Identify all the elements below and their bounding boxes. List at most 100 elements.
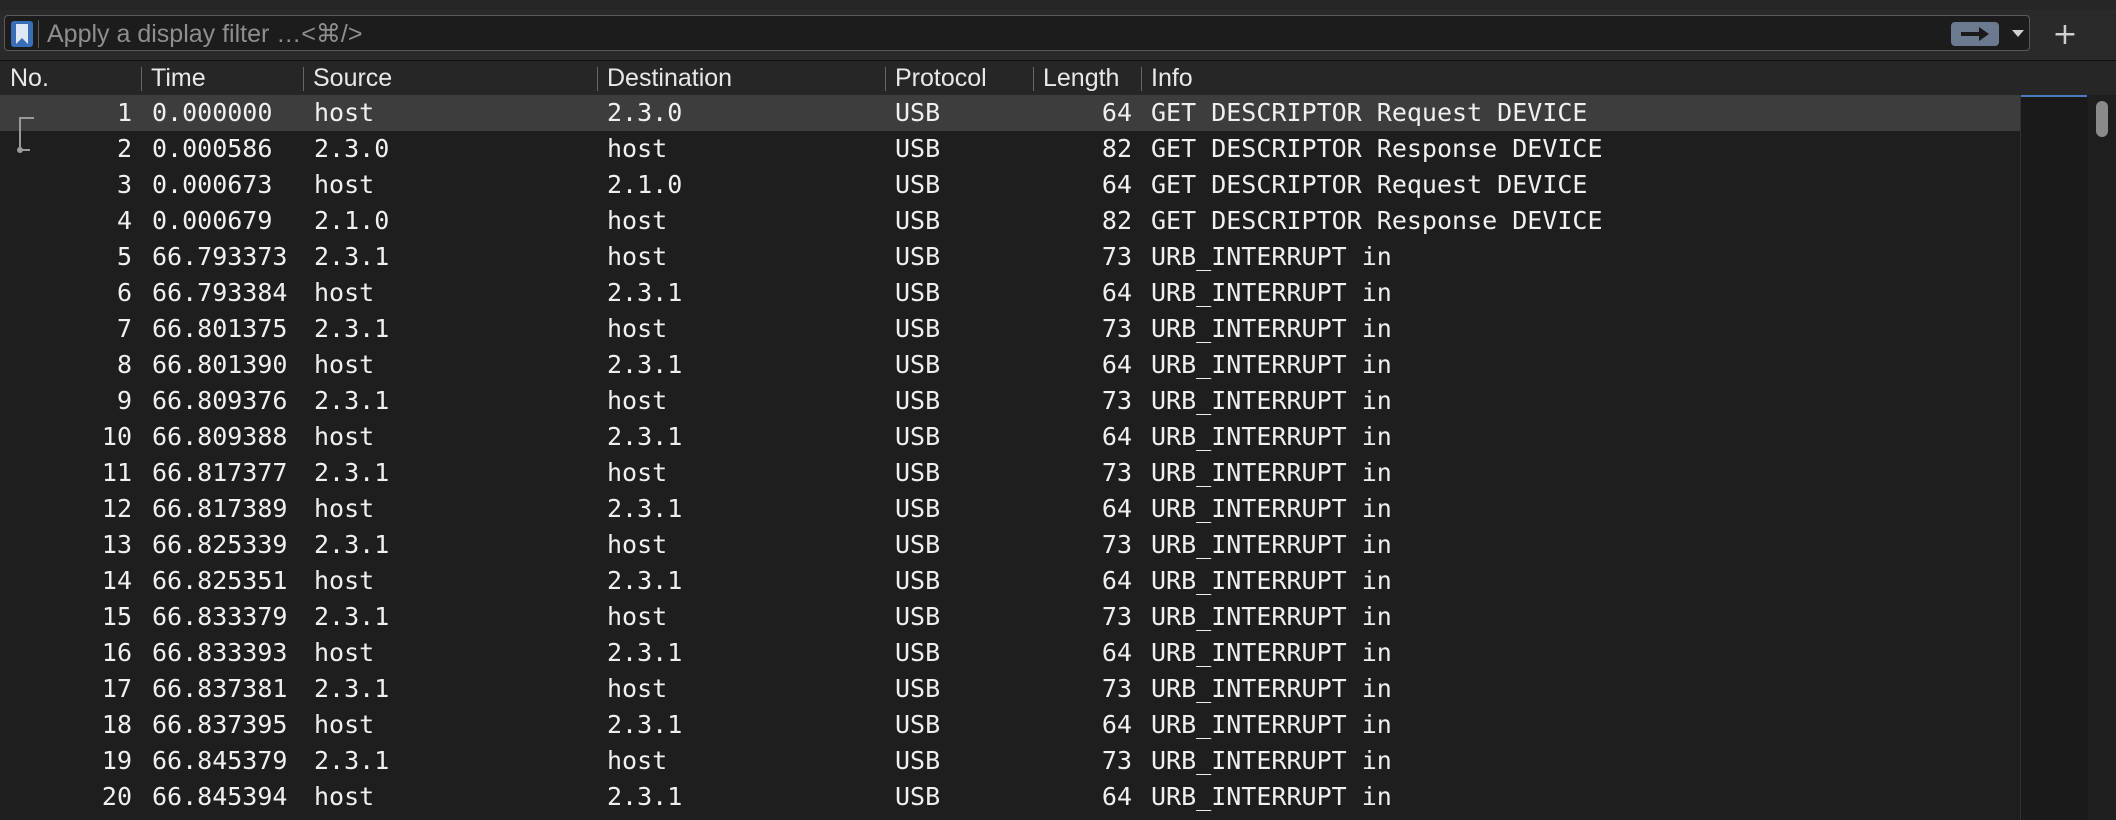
packet-row[interactable]: 2 0.000586 2.3.0 host USB 82 GET DESCRIPTOR Re… (0, 131, 2020, 167)
packet-destination-cell: host (607, 242, 668, 271)
packet-destination-cell: host (607, 746, 668, 775)
packet-row[interactable]: 20 66.845394 host 2.3.1 USB 64 URB_INTERRUPT i… (0, 779, 2020, 815)
packet-destination-cell: 2.1.0 (607, 170, 683, 199)
packet-protocol-cell: USB (895, 710, 941, 739)
related-packet-icon (17, 117, 34, 153)
packet-time-cell: 0.000679 (152, 206, 273, 235)
display-filter-input[interactable] (45, 18, 1949, 50)
packet-row[interactable]: 14 66.825351 host 2.3.1 USB 64 URB_INTERRUPT i… (0, 563, 2020, 599)
packet-source-cell: host (314, 638, 375, 667)
packet-destination-cell: host (607, 602, 668, 631)
packet-info-cell: URB_INTERRUPT in (1151, 782, 1392, 811)
packet-no-cell: 10 (101, 422, 132, 451)
packet-protocol-cell: USB (895, 422, 941, 451)
packet-protocol-cell: USB (895, 134, 941, 163)
packet-source-cell: host (314, 170, 375, 199)
bookmark-icon[interactable] (11, 21, 33, 47)
packet-protocol-cell: USB (895, 674, 941, 703)
add-filter-button[interactable]: + (2050, 20, 2080, 50)
packet-source-cell: 2.3.1 (314, 458, 390, 487)
packet-row[interactable]: 16 66.833393 host 2.3.1 USB 64 URB_INTERRUPT i… (0, 635, 2020, 671)
packet-info-cell: URB_INTERRUPT in (1151, 530, 1392, 559)
packet-row[interactable]: 11 66.817377 2.3.1 host USB 73 URB_INTERRUPT i… (0, 455, 2020, 491)
minimap-selection-marker (2021, 95, 2087, 101)
packet-info-cell: URB_INTERRUPT in (1151, 494, 1392, 523)
packet-row[interactable]: 6 66.793384 host 2.3.1 USB 64 URB_INTERRUPT in (0, 275, 2020, 311)
packet-no-cell: 13 (101, 530, 132, 559)
packet-row[interactable]: 19 66.845379 2.3.1 host USB 73 URB_INTERRUPT i… (0, 743, 2020, 779)
packet-no-cell: 16 (101, 638, 132, 667)
packet-length-cell: 64 (1101, 278, 1132, 307)
packet-row[interactable]: 13 66.825339 2.3.1 host USB 73 URB_INTERRUPT i… (0, 527, 2020, 563)
packet-no-cell: 18 (101, 710, 132, 739)
packet-row[interactable]: 8 66.801390 host 2.3.1 USB 64 URB_INTERRUPT in (0, 347, 2020, 383)
packet-source-cell: host (314, 710, 375, 739)
packet-source-cell: host (314, 566, 375, 595)
packet-protocol-cell: USB (895, 746, 941, 775)
packet-time-cell: 66.793373 (152, 242, 288, 271)
packet-info-cell: URB_INTERRUPT in (1151, 566, 1392, 595)
packet-source-cell: host (314, 98, 375, 127)
packet-row[interactable]: 4 0.000679 2.1.0 host USB 82 GET DESCRIPTOR Re… (0, 203, 2020, 239)
column-header-time[interactable]: Time (142, 61, 302, 95)
filter-divider (38, 20, 39, 48)
column-header-destination[interactable]: Destination (598, 61, 884, 95)
packet-row[interactable]: 15 66.833379 2.3.1 host USB 73 URB_INTERRUPT i… (0, 599, 2020, 635)
packet-row[interactable]: 3 0.000673 host 2.1.0 USB 64 GET DESCRIPTOR Re… (0, 167, 2020, 203)
packet-row[interactable]: 17 66.837381 2.3.1 host USB 73 URB_INTERRUPT i… (0, 671, 2020, 707)
packet-row[interactable]: 9 66.809376 2.3.1 host USB 73 URB_INTERRUPT in (0, 383, 2020, 419)
packet-row[interactable]: 5 66.793373 2.3.1 host USB 73 URB_INTERRUPT in (0, 239, 2020, 275)
display-filter-field[interactable] (4, 15, 2030, 51)
column-header-length[interactable]: Length (1034, 61, 1140, 95)
scrollbar-thumb[interactable] (2096, 101, 2108, 137)
packet-length-cell: 64 (1101, 422, 1132, 451)
column-header-info[interactable]: Info (1142, 61, 2020, 95)
packet-destination-cell: 2.3.1 (607, 782, 683, 811)
packet-row[interactable]: 12 66.817389 host 2.3.1 USB 64 URB_INTERRUPT i… (0, 491, 2020, 527)
packet-protocol-cell: USB (895, 314, 941, 343)
packet-no-cell: 6 (116, 278, 132, 307)
packet-info-cell: URB_INTERRUPT in (1151, 242, 1392, 271)
packet-no-cell: 5 (116, 242, 132, 271)
packet-row[interactable]: 1 0.000000 host 2.3.0 USB 64 GET DESCRIPTOR Re… (0, 95, 2020, 131)
packet-row[interactable]: 18 66.837395 host 2.3.1 USB 64 URB_INTERRUPT i… (0, 707, 2020, 743)
packet-time-cell: 66.825351 (152, 566, 288, 595)
packet-length-cell: 64 (1101, 98, 1132, 127)
packet-protocol-cell: USB (895, 242, 941, 271)
packet-time-cell: 66.817377 (152, 458, 288, 487)
packet-time-cell: 66.825339 (152, 530, 288, 559)
packet-info-cell: URB_INTERRUPT in (1151, 350, 1392, 379)
packet-source-cell: host (314, 422, 375, 451)
packet-row[interactable]: 7 66.801375 2.3.1 host USB 73 URB_INTERRUPT in (0, 311, 2020, 347)
apply-filter-button[interactable] (1951, 22, 1999, 46)
packet-time-cell: 66.809388 (152, 422, 288, 451)
packet-destination-cell: 2.3.1 (607, 350, 683, 379)
packet-length-cell: 64 (1101, 494, 1132, 523)
packet-destination-cell: host (607, 134, 668, 163)
packet-protocol-cell: USB (895, 170, 941, 199)
packet-row[interactable]: 10 66.809388 host 2.3.1 USB 64 URB_INTERRUPT i… (0, 419, 2020, 455)
packet-time-cell: 66.801390 (152, 350, 288, 379)
packet-protocol-cell: USB (895, 386, 941, 415)
column-header-no[interactable]: No. (0, 61, 140, 95)
intelligent-scrollbar-minimap[interactable] (2020, 95, 2089, 820)
vertical-scrollbar[interactable] (2088, 95, 2116, 820)
packet-list[interactable]: 1 0.000000 host 2.3.0 USB 64 GET DESCRIPTOR Re… (0, 95, 2020, 820)
packet-length-cell: 73 (1101, 674, 1132, 703)
packet-protocol-cell: USB (895, 458, 941, 487)
packet-info-cell: URB_INTERRUPT in (1151, 674, 1392, 703)
packet-destination-cell: host (607, 458, 668, 487)
packet-no-cell: 9 (116, 386, 132, 415)
chevron-down-icon[interactable] (2009, 24, 2027, 42)
packet-no-cell: 3 (116, 170, 132, 199)
packet-info-cell: URB_INTERRUPT in (1151, 386, 1392, 415)
packet-length-cell: 73 (1101, 530, 1132, 559)
column-header-source[interactable]: Source (304, 61, 596, 95)
packet-info-cell: URB_INTERRUPT in (1151, 602, 1392, 631)
column-header-protocol[interactable]: Protocol (886, 61, 1032, 95)
packet-protocol-cell: USB (895, 206, 941, 235)
packet-source-cell: 2.3.1 (314, 242, 390, 271)
packet-time-cell: 66.833393 (152, 638, 288, 667)
packet-info-cell: URB_INTERRUPT in (1151, 314, 1392, 343)
packet-protocol-cell: USB (895, 638, 941, 667)
